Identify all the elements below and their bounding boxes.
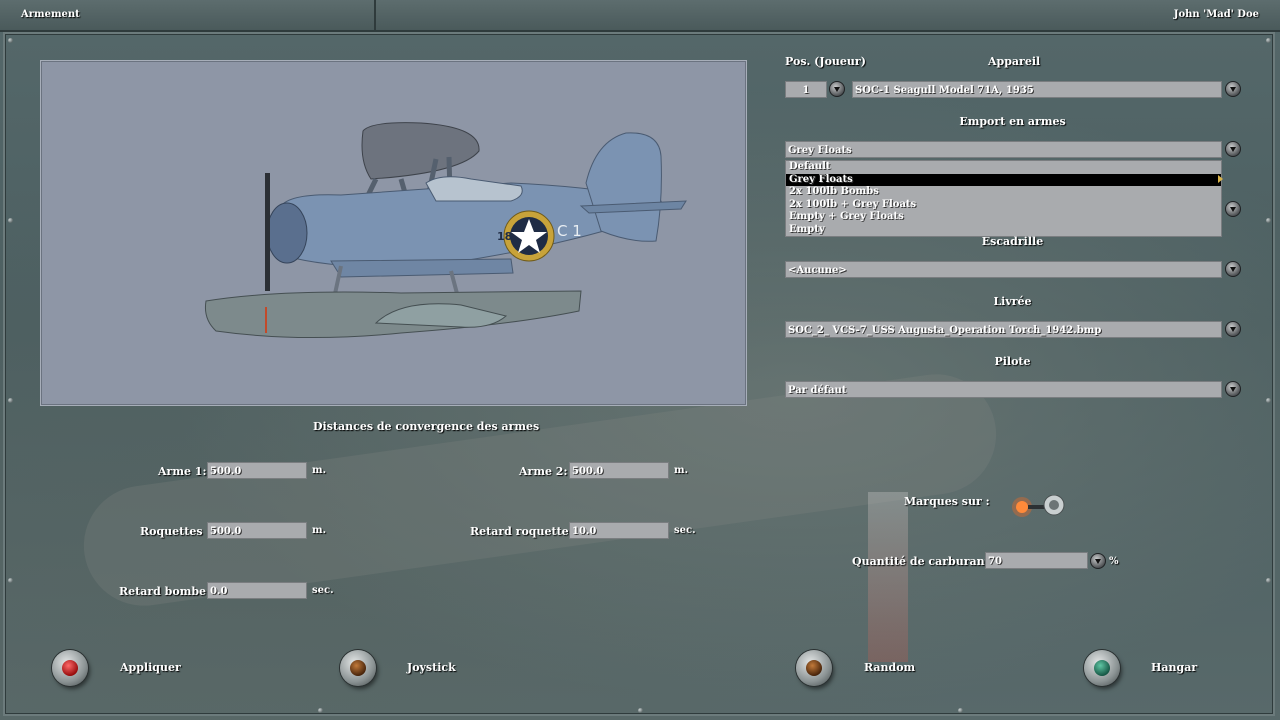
weapon2-input[interactable]: 500.0 bbox=[569, 462, 669, 479]
loadout-option[interactable]: 2x 100lb Bombs bbox=[786, 186, 1221, 199]
loadout-option[interactable]: Default bbox=[786, 161, 1221, 174]
hangar-label[interactable]: Hangar bbox=[1151, 661, 1197, 674]
bomb-delay-unit: sec. bbox=[312, 585, 334, 596]
window-title: Armement bbox=[21, 9, 80, 20]
hidden-dropdown-icon[interactable] bbox=[1225, 201, 1241, 217]
skin-select[interactable]: SOC_2_ VCS-7_USS Augusta_Operation Torch… bbox=[785, 321, 1222, 338]
rivet bbox=[638, 708, 643, 713]
skin-dropdown-icon[interactable] bbox=[1225, 321, 1241, 337]
loadout-dropdown-icon[interactable] bbox=[1225, 141, 1241, 157]
hangar-button[interactable] bbox=[1084, 650, 1120, 686]
squadron-label: Escadrille bbox=[981, 235, 1044, 248]
aircraft-label: Appareil bbox=[988, 55, 1041, 68]
random-button[interactable] bbox=[796, 650, 832, 686]
rockets-input[interactable]: 500.0 bbox=[207, 522, 307, 539]
pilot-label: Pilote bbox=[994, 355, 1031, 368]
pilot-select[interactable]: Par défaut bbox=[785, 381, 1222, 398]
fuel-select[interactable]: 70 bbox=[985, 552, 1088, 569]
title-bar: Armement John 'Mad' Doe bbox=[0, 0, 1280, 32]
rivet bbox=[318, 708, 323, 713]
position-dropdown-icon[interactable] bbox=[829, 81, 845, 97]
rocket-delay-unit: sec. bbox=[674, 525, 696, 536]
loadout-label: Emport en armes bbox=[959, 115, 1066, 128]
bomb-delay-label: Retard bombe : bbox=[119, 585, 214, 598]
squadron-dropdown-icon[interactable] bbox=[1225, 261, 1241, 277]
aircraft-preview[interactable]: 18 C 1 bbox=[40, 60, 747, 406]
rivet bbox=[1266, 398, 1271, 403]
rocket-delay-label: Retard roquette : bbox=[470, 525, 577, 538]
weapon1-input[interactable]: 500.0 bbox=[207, 462, 307, 479]
aircraft-select[interactable]: SOC-1 Seagull Model 71A, 1935 bbox=[852, 81, 1222, 98]
convergence-title: Distances de convergence des armes bbox=[313, 420, 540, 433]
rivet bbox=[958, 708, 963, 713]
skin-label: Livrée bbox=[993, 295, 1032, 308]
apply-label[interactable]: Appliquer bbox=[120, 661, 181, 674]
rockets-unit: m. bbox=[312, 525, 327, 536]
fuel-dropdown-icon[interactable] bbox=[1090, 553, 1106, 569]
bomb-delay-input[interactable]: 0.0 bbox=[207, 582, 307, 599]
random-light-icon bbox=[806, 660, 822, 676]
seaplane-illustration: 18 C 1 bbox=[205, 122, 687, 339]
weapon1-label: Arme 1: bbox=[158, 465, 207, 478]
aircraft-dropdown-icon[interactable] bbox=[1225, 81, 1241, 97]
loadout-select[interactable]: Grey Floats bbox=[785, 141, 1222, 158]
fuel-unit: % bbox=[1109, 556, 1119, 567]
loadout-options-list[interactable]: Default Grey Floats 2x 100lb Bombs 2x 10… bbox=[785, 160, 1222, 237]
rivet bbox=[1266, 578, 1271, 583]
rivet bbox=[8, 578, 13, 583]
rocket-delay-input[interactable]: 10.0 bbox=[569, 522, 669, 539]
random-label[interactable]: Random bbox=[864, 661, 915, 674]
user-name: John 'Mad' Doe bbox=[1173, 9, 1259, 20]
joystick-light-icon bbox=[350, 660, 366, 676]
weapon2-unit: m. bbox=[674, 465, 689, 476]
markings-label: Marques sur : bbox=[904, 495, 990, 508]
background-lighthouse bbox=[868, 492, 908, 662]
list-cursor-icon bbox=[1218, 175, 1223, 183]
apply-light-icon bbox=[62, 660, 78, 676]
rivet bbox=[1266, 218, 1271, 223]
rivet bbox=[1266, 38, 1271, 43]
squadron-select[interactable]: <Aucune> bbox=[785, 261, 1222, 278]
rivet bbox=[8, 218, 13, 223]
joystick-button[interactable] bbox=[340, 650, 376, 686]
position-label: Pos. (Joueur) bbox=[785, 55, 866, 68]
position-field[interactable]: 1 bbox=[785, 81, 827, 98]
loadout-option[interactable]: 2x 100lb + Grey Floats bbox=[786, 199, 1221, 212]
markings-toggle[interactable] bbox=[1010, 494, 1070, 519]
weapon1-unit: m. bbox=[312, 465, 327, 476]
loadout-option[interactable]: Empty + Grey Floats bbox=[786, 211, 1221, 224]
weapon2-label: Arme 2: bbox=[519, 465, 568, 478]
title-separator bbox=[374, 0, 376, 30]
toggle-switch-icon bbox=[1012, 494, 1065, 517]
fuselage-code-2: C 1 bbox=[557, 222, 582, 240]
fuselage-code: 18 bbox=[497, 230, 512, 243]
fuel-label: Quantité de carburant : bbox=[852, 555, 998, 568]
rivet bbox=[8, 398, 13, 403]
hangar-light-icon bbox=[1094, 660, 1110, 676]
pilot-dropdown-icon[interactable] bbox=[1225, 381, 1241, 397]
rockets-label: Roquettes : bbox=[140, 525, 211, 538]
joystick-label[interactable]: Joystick bbox=[407, 661, 456, 674]
loadout-option-selected[interactable]: Grey Floats bbox=[786, 173, 1221, 186]
rivet bbox=[8, 38, 13, 43]
apply-button[interactable] bbox=[52, 650, 88, 686]
